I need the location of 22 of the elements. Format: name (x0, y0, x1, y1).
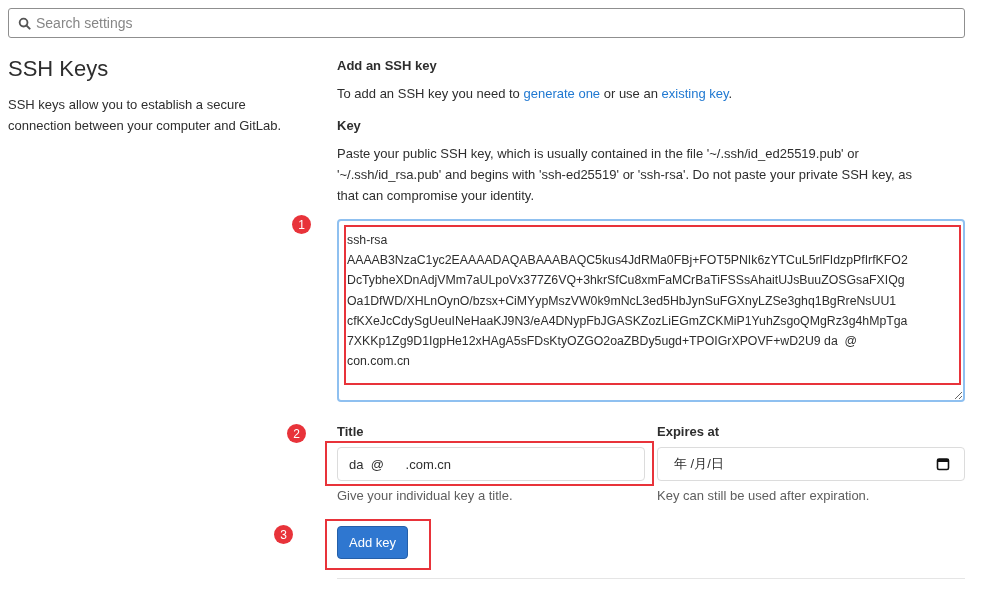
title-label: Title (337, 424, 365, 439)
step-badge: 3 (274, 525, 293, 544)
generate-link[interactable]: generate one (523, 86, 601, 101)
search-icon (18, 17, 31, 30)
date-field[interactable]: 年 /月/日 (657, 447, 965, 481)
key-label: Key (337, 118, 362, 133)
intro-text: To add an SSH key you need to generate one or use an existing key. (337, 85, 734, 103)
expires-label: Expires at (657, 424, 721, 439)
section-description: SSH keys allow you to establish a secure connection between your computer and GitLab. (8, 96, 283, 135)
title-help-text: Give your individual key a title. (337, 488, 514, 503)
step-badge: 1 (292, 215, 311, 234)
key-textarea[interactable]: ssh-rsa AAAAB3NzaC1yc2EAAAADAQABAAABAQC5kus4JdRMa0FBj+FOT5PNIk6zYTCuL5rlFIdzpPfIrfKFO2 DcTybheXDnAdjVMm7aULpoVx377Z6VQ+3hkrSfCu8xmFaMCrBaTiFSSsAhaitUJsBuuZOSGsaFXIQg Oa1DfWD/XHLnOynO/bzsx+CiMYypMszVW0k9mNcL3ed5HbJynSuFGXnyLZSe3ghq1BgRreNsUU1 cfKXeJcCdySgUeuINeHaaKJ9N3/eA4DNypFbJGASKZozLiEGmZCKMiP1YuhZsgoQMgRz3g4hMpTga 7XKKp1Zg9D1IgpHe12xHAgA5sFDsKtyOZGO2oaZBDy5ugd+TPOIGrXPOVF+wD2U9 da @ con.com.cn (337, 219, 965, 402)
add-key-button[interactable]: Add key (337, 526, 408, 559)
key-help-text: Paste your public SSH key, which is usually contained in the file '~/.ssh/id_ed25519.pub' or '~/.ssh/id_rsa.pub' and begins with 'ssh-ed25519' or 'ssh-rsa'. Do not paste your private SSH key, as that can compromise your identity. (337, 145, 914, 205)
expires-help-text: Key can still be used after expiration. (657, 488, 871, 503)
form-heading: Add an SSH key (337, 58, 438, 73)
title-input[interactable]: da @ .com.cn (337, 447, 645, 481)
existing-key-link[interactable]: existing key (661, 86, 729, 101)
step-badge: 2 (287, 424, 306, 443)
calendar-icon[interactable] (936, 457, 950, 471)
search-field[interactable]: Search settings (8, 8, 965, 38)
section-title: SSH Keys (8, 56, 110, 82)
